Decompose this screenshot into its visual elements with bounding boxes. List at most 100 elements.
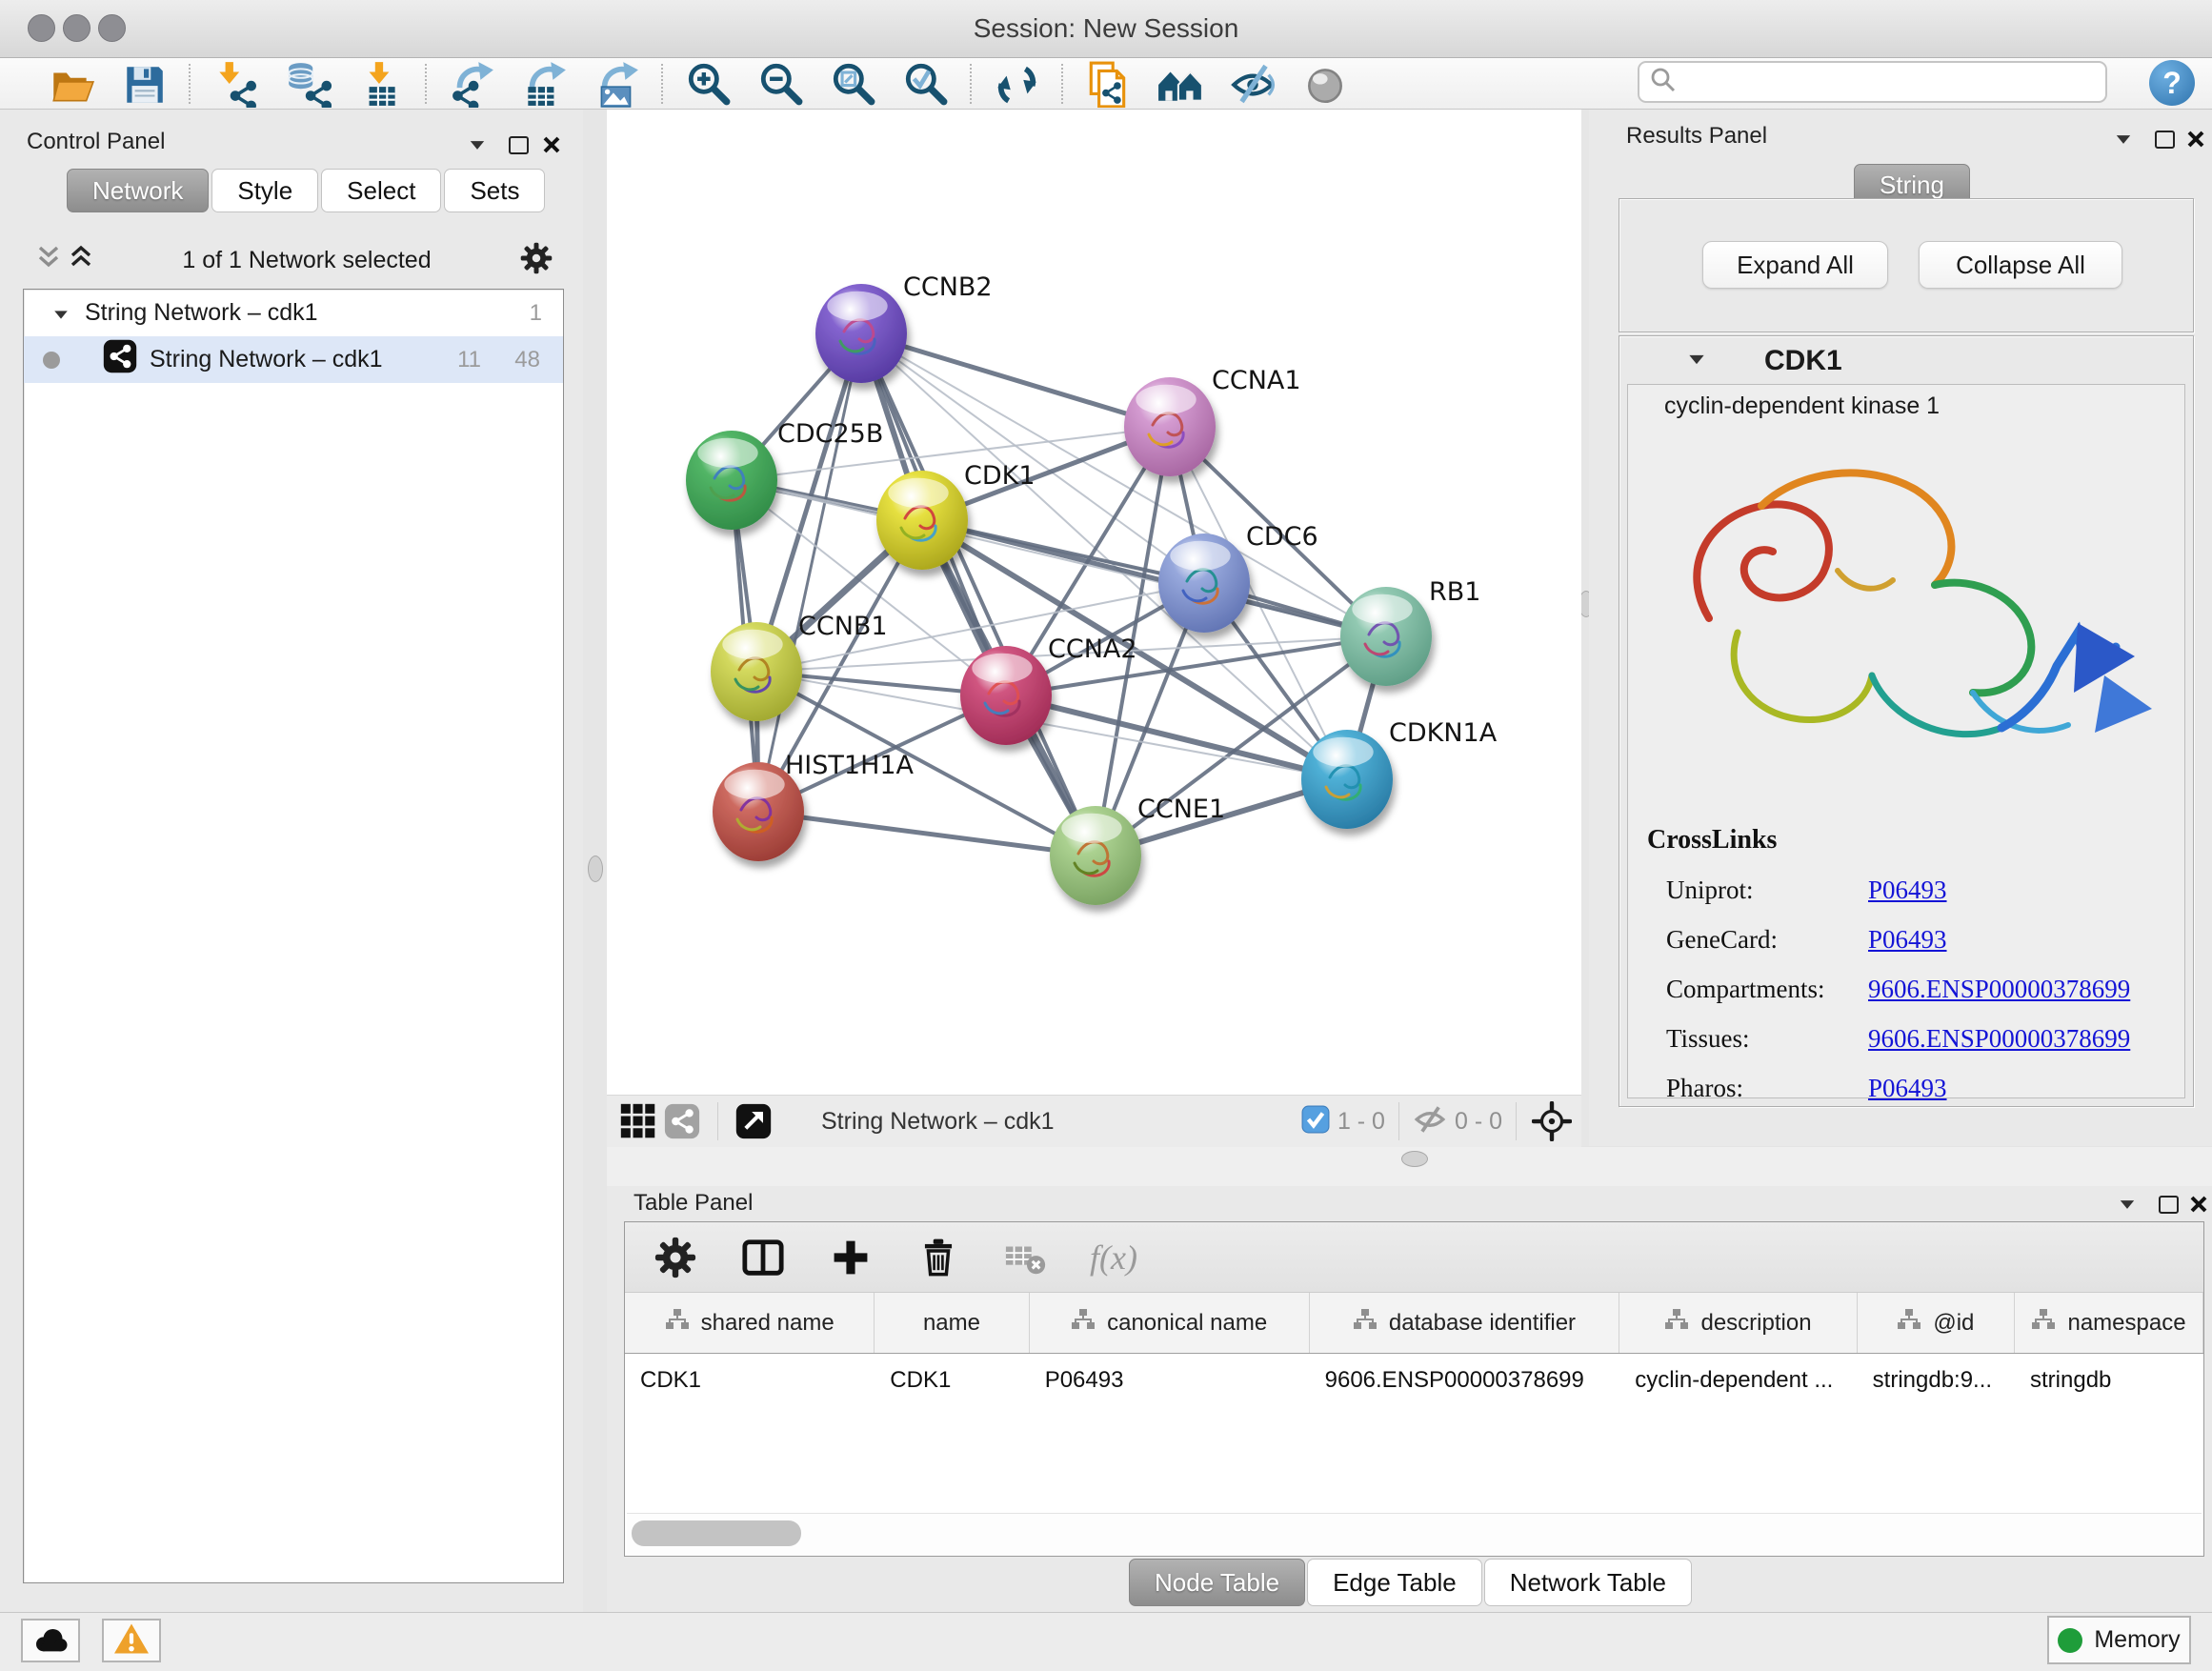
export-table-icon[interactable]: [520, 60, 568, 108]
crosslink-link[interactable]: P06493: [1868, 1074, 1947, 1103]
add-column-icon[interactable]: [827, 1234, 875, 1281]
gear-icon[interactable]: [652, 1234, 699, 1281]
expand-all-button[interactable]: Expand All: [1702, 241, 1888, 289]
tab-select[interactable]: Select: [321, 169, 441, 212]
zoom-in-icon[interactable]: [684, 60, 732, 108]
zoom-selected-icon[interactable]: [901, 60, 949, 108]
import-table-icon[interactable]: [356, 60, 404, 108]
network-selection-status: 1 of 1 Network selected: [93, 247, 520, 274]
crosslink-link[interactable]: P06493: [1868, 925, 1947, 955]
birdseye-crosshair-icon[interactable]: [1530, 1097, 1574, 1145]
collapse-all-button[interactable]: Collapse All: [1919, 241, 2122, 289]
table-panel-close-icon[interactable]: [2186, 1192, 2211, 1217]
table-row[interactable]: CDK1CDK1P064939606.ENSP00000378699cyclin…: [625, 1354, 2203, 1407]
column-header-database-identifier[interactable]: database identifier: [1310, 1293, 1620, 1353]
columns-icon[interactable]: [739, 1234, 787, 1281]
zoom-out-icon[interactable]: [756, 60, 804, 108]
left-splitter[interactable]: [583, 110, 607, 1612]
network-node-CCNE1[interactable]: [1050, 806, 1141, 905]
column-header-description[interactable]: description: [1619, 1293, 1857, 1353]
network-node-CCNA1[interactable]: [1124, 377, 1216, 476]
network-node-CDKN1A[interactable]: [1301, 730, 1393, 829]
crosslink-link[interactable]: 9606.ENSP00000378699: [1868, 975, 2130, 1004]
presentation-icon[interactable]: [1301, 60, 1349, 108]
network-collection-row[interactable]: String Network – cdk1 1: [24, 290, 563, 336]
results-panel-float-icon[interactable]: [2152, 127, 2177, 151]
export-image-icon[interactable]: [593, 60, 640, 108]
hide-panels-icon[interactable]: [1229, 60, 1277, 108]
tree-expander-icon[interactable]: [52, 299, 70, 327]
network-node-CCNA2[interactable]: [960, 646, 1052, 745]
memory-button[interactable]: Memory: [2047, 1616, 2191, 1664]
column-header--id[interactable]: @id: [1858, 1293, 2015, 1353]
import-network-icon[interactable]: [211, 60, 259, 108]
gene-expander-icon[interactable]: [1688, 352, 1705, 370]
table-panel-float-icon[interactable]: [2156, 1192, 2181, 1217]
hidden-eye-icon[interactable]: [1413, 1105, 1447, 1138]
refresh-icon[interactable]: [993, 60, 1040, 108]
collapse-all-chevron-icon[interactable]: [36, 244, 61, 277]
cloud-button[interactable]: [21, 1619, 80, 1662]
results-panel-menu-icon[interactable]: [2111, 127, 2136, 151]
right-splitter[interactable]: [1581, 110, 1589, 1146]
tab-style[interactable]: Style: [211, 169, 318, 212]
share-view-icon[interactable]: [660, 1097, 704, 1145]
network-edge[interactable]: [758, 333, 861, 812]
open-external-icon[interactable]: [732, 1097, 775, 1145]
splitter-handle-icon[interactable]: [1401, 1151, 1428, 1167]
zoom-fit-icon[interactable]: [829, 60, 876, 108]
table-horizontal-scrollbar[interactable]: [627, 1513, 2202, 1554]
network-canvas[interactable]: CCNB2CCNA1CDC25BCDK1CDC6RB1CCNB1CCNA2CDK…: [607, 110, 1581, 1095]
crosslink-link[interactable]: P06493: [1868, 876, 1947, 905]
network-node-CDK1[interactable]: [876, 471, 968, 570]
table-cell[interactable]: CDK1: [875, 1354, 1029, 1407]
tab-node-table[interactable]: Node Table: [1129, 1559, 1305, 1606]
network-node-RB1[interactable]: [1340, 587, 1432, 686]
table-panel-menu-icon[interactable]: [2115, 1192, 2140, 1217]
table-cell[interactable]: cyclin-dependent ...: [1619, 1354, 1857, 1407]
horizontal-splitter[interactable]: [607, 1147, 2212, 1186]
search-box[interactable]: [1638, 61, 2107, 103]
splitter-handle-icon[interactable]: [588, 856, 603, 882]
table-cell[interactable]: stringdb: [2015, 1354, 2203, 1407]
control-panel-menu-icon[interactable]: [465, 132, 490, 157]
help-icon[interactable]: ?: [2149, 60, 2195, 106]
tab-sets[interactable]: Sets: [444, 169, 545, 212]
network-row-selected[interactable]: String Network – cdk1 11 48: [24, 336, 563, 383]
expand-all-chevron-icon[interactable]: [69, 244, 93, 277]
network-node-CCNB2[interactable]: [815, 284, 907, 383]
crosslink-link[interactable]: 9606.ENSP00000378699: [1868, 1024, 2130, 1054]
column-header-name[interactable]: name: [875, 1293, 1029, 1353]
scrollbar-thumb[interactable]: [632, 1520, 801, 1546]
import-database-icon[interactable]: [284, 60, 332, 108]
tab-network-table[interactable]: Network Table: [1484, 1559, 1692, 1606]
gear-icon[interactable]: [520, 242, 553, 279]
warnings-button[interactable]: [102, 1619, 161, 1662]
network-edge[interactable]: [758, 812, 1096, 856]
home-icon[interactable]: [1156, 60, 1204, 108]
control-panel-float-icon[interactable]: [506, 132, 531, 157]
network-edge[interactable]: [861, 333, 1170, 427]
control-panel-close-icon[interactable]: [539, 132, 564, 157]
string-import-icon[interactable]: [1084, 60, 1132, 108]
column-header-canonical-name[interactable]: canonical name: [1030, 1293, 1310, 1353]
table-cell[interactable]: P06493: [1030, 1354, 1310, 1407]
tab-network[interactable]: Network: [67, 169, 209, 212]
network-node-CDC25B[interactable]: [686, 431, 777, 530]
selected-checkbox-icon[interactable]: [1301, 1105, 1330, 1138]
open-session-icon[interactable]: [48, 60, 95, 108]
table-cell[interactable]: CDK1: [625, 1354, 875, 1407]
search-input[interactable]: [1678, 68, 2091, 96]
grid-view-icon[interactable]: [616, 1097, 660, 1145]
save-session-icon[interactable]: [120, 60, 168, 108]
export-network-icon[interactable]: [448, 60, 495, 108]
column-header-shared-name[interactable]: shared name: [625, 1293, 875, 1353]
network-node-CCNB1[interactable]: [711, 622, 802, 721]
results-panel-close-icon[interactable]: [2183, 127, 2208, 151]
network-node-CDC6[interactable]: [1158, 534, 1250, 633]
table-cell[interactable]: stringdb:9...: [1858, 1354, 2015, 1407]
delete-column-trash-icon[interactable]: [915, 1234, 962, 1281]
column-header-namespace[interactable]: namespace: [2015, 1293, 2203, 1353]
tab-edge-table[interactable]: Edge Table: [1307, 1559, 1482, 1606]
table-cell[interactable]: 9606.ENSP00000378699: [1310, 1354, 1620, 1407]
